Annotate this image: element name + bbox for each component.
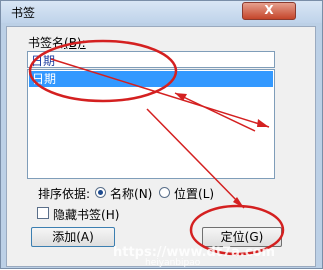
- sort-by-name-radio[interactable]: [95, 187, 106, 198]
- sort-label: 排序依据:: [38, 187, 91, 201]
- bookmark-list[interactable]: 日期: [27, 69, 275, 179]
- hidden-bookmarks-text: 隐藏书签: [53, 208, 102, 222]
- sort-by-position-label[interactable]: 位置(L): [174, 185, 214, 202]
- sort-by-name-label[interactable]: 名称(N): [110, 185, 152, 202]
- sort-by-position-radio[interactable]: [159, 187, 170, 198]
- hidden-bookmarks-checkbox[interactable]: [37, 207, 49, 219]
- sort-by-name-hotkey: (N): [134, 187, 153, 201]
- bookmark-name-hotkey: (B):: [64, 36, 86, 50]
- hidden-bookmarks-label[interactable]: 隐藏书签(H): [53, 206, 119, 223]
- bookmark-dialog: 书签 X 书签名(B): 日期 日期 排序依据: 名称(N) 位置(L) 隐藏书…: [0, 0, 323, 269]
- goto-button[interactable]: 定位(G): [202, 227, 282, 247]
- watermark-text: heiyanbipao: [145, 258, 201, 268]
- title-bar: 书签 X: [1, 1, 322, 23]
- sort-by-name-text: 名称: [110, 187, 135, 201]
- bookmark-name-value: 日期: [31, 54, 56, 68]
- hidden-bookmarks-hotkey: (H): [101, 208, 120, 222]
- sort-by-position-text: 位置: [174, 187, 199, 201]
- bookmark-name-label: 书签名(B):: [28, 34, 86, 51]
- bookmark-list-item[interactable]: 日期: [29, 71, 273, 87]
- bookmark-name-input[interactable]: 日期: [27, 51, 275, 68]
- close-icon: X: [264, 3, 274, 17]
- add-button[interactable]: 添加(A): [31, 227, 115, 247]
- bookmark-name-label-text: 书签名: [28, 36, 65, 50]
- sort-by-position-hotkey: (L): [198, 187, 215, 201]
- dialog-title: 书签: [11, 6, 36, 20]
- close-button[interactable]: X: [242, 2, 296, 20]
